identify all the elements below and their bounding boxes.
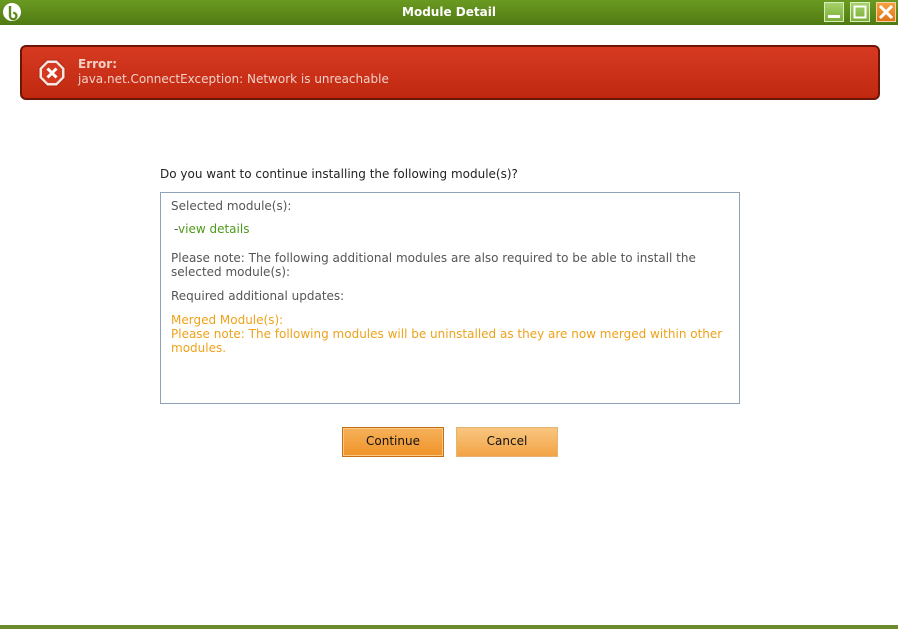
error-banner: Error: java.net.ConnectException: Networ…	[20, 45, 880, 100]
title-bar: Module Detail	[0, 0, 898, 25]
required-updates-label: Required additional updates:	[171, 289, 345, 303]
cancel-button[interactable]: Cancel	[456, 427, 558, 457]
window-title: Module Detail	[402, 5, 496, 19]
merged-modules-note: Please note: The following modules will …	[171, 327, 723, 355]
bottom-border	[0, 625, 898, 629]
view-details-link[interactable]: view details	[178, 222, 249, 236]
error-title: Error:	[78, 57, 117, 71]
minimize-icon	[828, 15, 840, 18]
error-message: java.net.ConnectException: Network is un…	[78, 72, 389, 86]
install-question: Do you want to continue installing the f…	[160, 167, 518, 181]
error-x-icon	[38, 59, 66, 87]
additional-modules-note: Please note: The following additional mo…	[171, 251, 696, 279]
close-icon	[878, 4, 894, 20]
maximize-icon	[853, 5, 867, 19]
module-details-line: -view details	[174, 222, 249, 236]
continue-button[interactable]: Continue	[342, 427, 444, 457]
minimize-button[interactable]	[824, 2, 844, 22]
module-list-box: Selected module(s): -view details Please…	[160, 192, 740, 404]
close-button[interactable]	[876, 2, 896, 22]
selected-modules-label: Selected module(s):	[171, 199, 292, 213]
merged-modules-label: Merged Module(s):	[171, 313, 284, 327]
maximize-button[interactable]	[850, 2, 870, 22]
